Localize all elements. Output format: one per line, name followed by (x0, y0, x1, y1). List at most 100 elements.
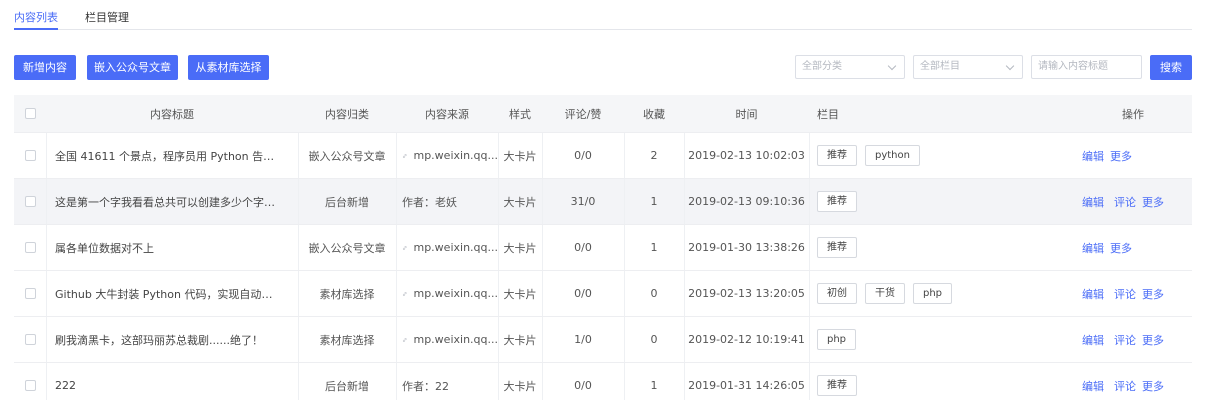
row-action-link[interactable]: 编辑 (1082, 286, 1104, 302)
row-action-link[interactable]: 编辑 (1082, 240, 1104, 256)
row-checkbox[interactable] (24, 196, 36, 207)
header-column: 栏目 (817, 107, 839, 121)
row-action-link[interactable]: 编辑 (1082, 378, 1104, 394)
row-title[interactable]: 属各单位数据对不上 (55, 240, 154, 256)
row-action-link[interactable]: 评论 (1114, 378, 1136, 394)
column-divider (396, 271, 397, 316)
row-category: 后台新增 (325, 379, 369, 393)
row-checkbox-cell (14, 363, 46, 400)
row-action-link[interactable]: 编辑 (1082, 148, 1104, 164)
header-style: 样式 (509, 107, 531, 121)
column-tag: php (817, 329, 857, 350)
column-divider (46, 179, 47, 224)
row-checkbox[interactable] (24, 242, 36, 253)
row-action-link[interactable]: 编辑 (1082, 332, 1104, 348)
column-tag: php (913, 283, 953, 304)
header-checkbox-cell (14, 95, 46, 132)
row-source[interactable]: mp.weixin.qq... (413, 241, 498, 254)
row-style: 大卡片 (503, 379, 537, 393)
row-action-link[interactable]: 更多 (1110, 148, 1132, 164)
row-actions: 编辑 评论 更多 (1082, 317, 1192, 362)
row-category: 素材库选择 (319, 287, 375, 301)
search-input[interactable]: 请输入内容标题 (1031, 55, 1142, 79)
tab-bar: 内容列表 栏目管理 (14, 0, 1192, 30)
select-from-library-button[interactable]: 从素材库选择 (188, 55, 269, 80)
row-checkbox[interactable] (24, 380, 36, 391)
chevron-down-icon (1005, 61, 1015, 71)
row-source[interactable]: mp.weixin.qq... (413, 333, 498, 346)
row-title-cell: 刷我滴黑卡，这部玛丽苏总裁剧......绝了！ (55, 317, 295, 362)
link-icon (402, 245, 407, 250)
row-action-link[interactable]: 更多 (1142, 286, 1164, 302)
column-divider (809, 271, 810, 316)
add-content-button[interactable]: 新增内容 (14, 55, 76, 80)
row-category: 嵌入公众号文章 (308, 241, 386, 255)
row-checkbox[interactable] (24, 288, 36, 299)
link-icon (402, 291, 407, 296)
column-tag: 初创 (817, 283, 857, 304)
row-category: 后台新增 (325, 195, 369, 209)
header-time: 时间 (735, 107, 758, 121)
row-time: 2019-02-12 10:19:41 (688, 333, 805, 346)
column-divider (46, 133, 47, 178)
row-checkbox[interactable] (24, 334, 36, 345)
chevron-down-icon (887, 61, 897, 71)
link-icon (402, 337, 407, 342)
link-icon (402, 153, 407, 158)
row-comments: 0/0 (574, 379, 592, 392)
column-divider (46, 317, 47, 362)
row-source[interactable]: mp.weixin.qq... (413, 149, 498, 162)
column-select[interactable]: 全部栏目 (913, 55, 1023, 79)
header-source: 内容来源 (425, 107, 469, 121)
category-select[interactable]: 全部分类 (795, 55, 905, 79)
row-favorites: 0 (650, 333, 658, 346)
row-action-link[interactable]: 评论 (1114, 332, 1136, 348)
row-comments: 0/0 (574, 241, 592, 254)
header-category: 内容归类 (325, 107, 369, 121)
content-table: 内容标题 内容归类 内容来源 样式 评论/赞 收藏 时间 栏目 操作 全国 41… (14, 95, 1192, 400)
row-favorites: 1 (650, 241, 658, 254)
tab-column-management[interactable]: 栏目管理 (85, 9, 129, 25)
row-action-link[interactable]: 更多 (1142, 378, 1164, 394)
column-divider (809, 317, 810, 362)
row-action-link[interactable]: 更多 (1110, 240, 1132, 256)
header-favorites: 收藏 (643, 107, 665, 121)
row-comments: 0/0 (574, 149, 592, 162)
search-button[interactable]: 搜索 (1150, 55, 1192, 80)
row-action-link[interactable]: 更多 (1142, 332, 1164, 348)
row-source-cell: 作者：老妖 (402, 179, 498, 224)
column-divider (396, 225, 397, 270)
table-row: Github 大牛封装 Python 代码，实现自动发送部... 素材库选择 mp.… (14, 271, 1192, 317)
row-style: 大卡片 (503, 149, 537, 163)
row-action-link[interactable]: 编辑 (1082, 194, 1104, 210)
row-action-link[interactable]: 更多 (1142, 194, 1164, 210)
select-all-checkbox[interactable] (24, 108, 36, 119)
row-action-link[interactable]: 评论 (1114, 194, 1136, 210)
row-action-link[interactable]: 评论 (1114, 286, 1136, 302)
row-checkbox[interactable] (24, 150, 36, 161)
table-row: 属各单位数据对不上 嵌入公众号文章 mp.weixin.qq... 大卡片 0/0 1 20… (14, 225, 1192, 271)
row-title[interactable]: 222 (55, 379, 76, 392)
row-source: 作者：老妖 (402, 195, 457, 209)
row-title[interactable]: Github 大牛封装 Python 代码，实现自动发送部... (55, 286, 283, 302)
row-style: 大卡片 (503, 241, 537, 255)
row-actions: 编辑 评论 更多 (1082, 271, 1192, 316)
row-title[interactable]: 这是第一个字我看看总共可以创建多少个字哈哈哈... (55, 194, 283, 210)
header-comments: 评论/赞 (564, 107, 602, 121)
row-actions: 编辑 评论 更多 (1082, 179, 1192, 224)
tab-content-list[interactable]: 内容列表 (14, 9, 58, 30)
column-divider (809, 133, 810, 178)
column-divider (809, 225, 810, 270)
row-title[interactable]: 刷我滴黑卡，这部玛丽苏总裁剧......绝了！ (55, 332, 263, 348)
row-source: 作者：22 (402, 379, 449, 393)
row-time: 2019-02-13 09:10:36 (688, 195, 805, 208)
embed-article-button[interactable]: 嵌入公众号文章 (87, 55, 178, 80)
table-row: 全国 41611 个景点，程序员用 Python 告诉你哪... 嵌入公众号文章 m… (14, 133, 1192, 179)
row-title-cell: 这是第一个字我看看总共可以创建多少个字哈哈哈... (55, 179, 295, 224)
row-source[interactable]: mp.weixin.qq... (413, 287, 498, 300)
row-checkbox-cell (14, 225, 46, 270)
column-tag: 推荐 (817, 375, 857, 396)
row-title[interactable]: 全国 41611 个景点，程序员用 Python 告诉你哪... (55, 148, 283, 164)
row-favorites: 2 (650, 149, 658, 162)
row-checkbox-cell (14, 133, 46, 178)
